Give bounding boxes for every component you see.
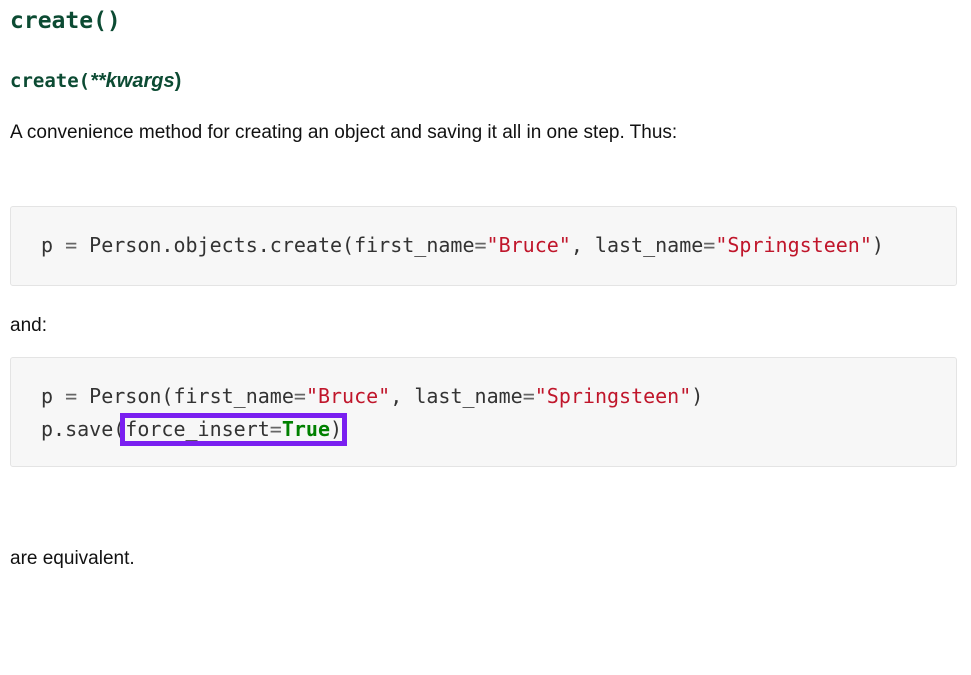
code-line: p.save(force_insert=True) <box>41 413 956 446</box>
code-string: "Springsteen" <box>534 384 692 408</box>
code-token: Person(first_name <box>77 384 294 408</box>
code-token: , last_name <box>570 233 704 257</box>
code-string: "Bruce" <box>486 233 571 257</box>
code-operator: = <box>65 384 78 408</box>
code-keyword: True <box>281 417 331 441</box>
code-token: ) <box>330 417 343 441</box>
code-block-save: p = Person(first_name="Bruce", last_name… <box>10 357 957 467</box>
code-operator: = <box>269 417 282 441</box>
code-token: ) <box>691 384 704 408</box>
and-paragraph: and: <box>10 315 47 336</box>
code-block-create: p = Person.objects.create(first_name="Br… <box>10 206 957 286</box>
signature-close: ) <box>174 70 182 92</box>
signature-name: create( <box>10 70 91 92</box>
code-line: p = Person(first_name="Bruce", last_name… <box>41 380 956 413</box>
equivalent-paragraph: are equivalent. <box>10 548 135 569</box>
method-signature: create(**kwargs) <box>10 68 181 94</box>
signature-params: **kwargs <box>90 70 175 92</box>
code-operator: = <box>703 233 716 257</box>
code-line: p = Person.objects.create(first_name="Br… <box>41 229 956 262</box>
code-string: "Bruce" <box>305 384 391 408</box>
code-token: p.save( <box>41 417 126 441</box>
code-token: p <box>41 384 66 408</box>
code-operator: = <box>293 384 306 408</box>
code-operator: = <box>522 384 535 408</box>
code-operator: = <box>65 233 78 257</box>
code-token: ) <box>871 233 884 257</box>
code-token: Person.objects.create(first_name <box>77 233 475 257</box>
description-paragraph: A convenience method for creating an obj… <box>10 122 678 143</box>
highlight-box: force_insert=True) <box>120 413 348 446</box>
code-token: p <box>41 233 66 257</box>
code-token: , last_name <box>390 384 523 408</box>
method-title: create() <box>10 8 121 34</box>
code-token: force_insert <box>125 417 270 441</box>
code-operator: = <box>474 233 487 257</box>
code-string: "Springsteen" <box>715 233 872 257</box>
